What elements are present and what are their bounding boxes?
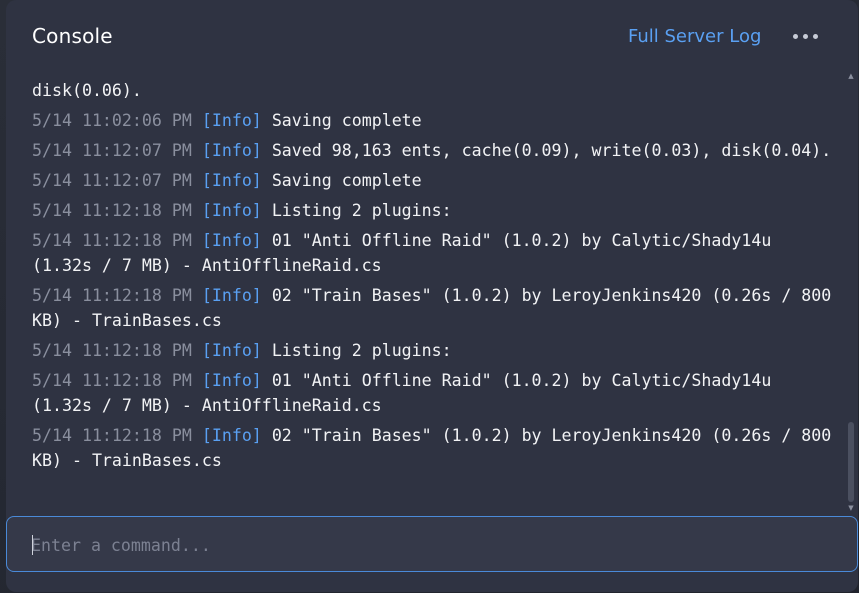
log-level: [Info] xyxy=(201,231,262,250)
log-timestamp: 5/14 11:02:06 PM xyxy=(32,111,192,130)
log-entry: 5/14 11:12:18 PM [Info] 01 "Anti Offline… xyxy=(32,368,832,418)
log-level: [Info] xyxy=(201,201,262,220)
log-timestamp: 5/14 11:12:18 PM xyxy=(32,231,192,250)
log-message: Saving complete xyxy=(271,171,422,190)
log-entry: 5/14 11:02:06 PM [Info] Saving complete xyxy=(32,108,832,133)
log-entry: 5/14 11:12:18 PM [Info] 01 "Anti Offline… xyxy=(32,228,832,278)
log-timestamp: 5/14 11:12:18 PM xyxy=(32,371,192,390)
console-log: disk(0.06). 5/14 11:02:06 PM [Info] Savin… xyxy=(32,78,832,508)
log-level: [Info] xyxy=(201,141,262,160)
log-timestamp: 5/14 11:12:18 PM xyxy=(32,201,192,220)
log-level: [Info] xyxy=(201,426,262,445)
console-panel: Console Full Server Log disk(0.06). 5/14 … xyxy=(6,0,858,592)
log-message: Listing 2 plugins: xyxy=(271,201,452,220)
console-header: Console Full Server Log xyxy=(6,0,858,72)
ellipsis-icon xyxy=(813,34,818,39)
scroll-up-icon[interactable]: ▲ xyxy=(846,72,856,80)
text-caret xyxy=(32,535,33,555)
log-level: [Info] xyxy=(201,171,262,190)
log-entry: 5/14 11:12:18 PM [Info] Listing 2 plugin… xyxy=(32,198,832,223)
log-entry: 5/14 11:12:18 PM [Info] Listing 2 plugin… xyxy=(32,338,832,363)
more-options-button[interactable] xyxy=(788,22,824,50)
ellipsis-icon xyxy=(803,34,808,39)
log-message: disk(0.06). xyxy=(32,81,142,100)
log-message: Saved 98,163 ents, cache(0.09), write(0.… xyxy=(271,141,832,160)
page-title: Console xyxy=(32,24,113,48)
scroll-thumb[interactable] xyxy=(848,422,854,502)
log-entry: 5/14 11:12:18 PM [Info] 02 "Train Bases"… xyxy=(32,283,832,333)
log-entry: 5/14 11:12:07 PM [Info] Saving complete xyxy=(32,168,832,193)
log-scrollbar[interactable]: ▲ ▼ xyxy=(846,72,856,514)
log-timestamp: 5/14 11:12:18 PM xyxy=(32,426,192,445)
log-message: Saving complete xyxy=(271,111,422,130)
full-server-log-link[interactable]: Full Server Log xyxy=(628,26,761,47)
ellipsis-icon xyxy=(793,34,798,39)
log-level: [Info] xyxy=(201,341,262,360)
log-timestamp: 5/14 11:12:07 PM xyxy=(32,141,192,160)
log-timestamp: 5/14 11:12:07 PM xyxy=(32,171,192,190)
command-input[interactable] xyxy=(31,531,821,559)
log-entry: 5/14 11:12:07 PM [Info] Saved 98,163 ent… xyxy=(32,138,832,163)
log-entry: disk(0.06). xyxy=(32,78,832,103)
log-level: [Info] xyxy=(201,111,262,130)
log-message: Listing 2 plugins: xyxy=(271,341,452,360)
log-level: [Info] xyxy=(201,371,262,390)
log-entry: 5/14 11:12:18 PM [Info] 02 "Train Bases"… xyxy=(32,423,832,473)
log-timestamp: 5/14 11:12:18 PM xyxy=(32,286,192,305)
scroll-down-icon[interactable]: ▼ xyxy=(846,504,856,512)
log-timestamp: 5/14 11:12:18 PM xyxy=(32,341,192,360)
log-level: [Info] xyxy=(201,286,262,305)
command-input-box[interactable] xyxy=(6,516,858,572)
